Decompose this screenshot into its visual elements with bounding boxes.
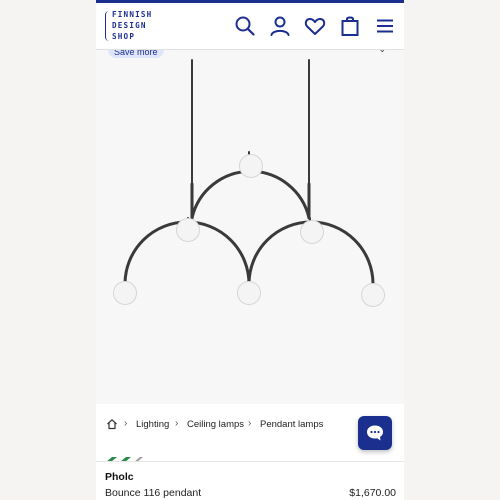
section-divider [96, 461, 404, 462]
product-brand[interactable]: Pholc [105, 471, 134, 483]
home-icon[interactable] [106, 418, 118, 430]
wishlist-heart-icon[interactable] [303, 14, 327, 38]
chat-button[interactable] [358, 416, 392, 450]
chat-bubble-icon [367, 425, 383, 441]
logo-bracket [105, 11, 110, 41]
product-image-gallery[interactable]: Save more ⌄ [96, 42, 404, 404]
product-name: Bounce 116 pendant [105, 487, 202, 499]
account-icon[interactable] [268, 14, 292, 38]
logo-line-1: FINNISH [112, 10, 153, 19]
breadcrumb-separator: › [248, 418, 252, 429]
logo-line-3: SHOP [112, 32, 136, 41]
pendant-lamp-image [113, 59, 385, 307]
app-screen: FINNISH DESIGN SHOP Save more ⌄ [96, 0, 404, 500]
breadcrumb-separator: › [124, 418, 128, 429]
site-header: FINNISH DESIGN SHOP [96, 3, 404, 50]
finnish-design-shop-logo[interactable]: FINNISH DESIGN SHOP [105, 10, 165, 46]
breadcrumb-ceiling-lamps[interactable]: Ceiling lamps [187, 419, 244, 430]
search-icon[interactable] [233, 14, 257, 38]
breadcrumb-lighting[interactable]: Lighting [136, 419, 169, 430]
menu-icon[interactable] [373, 14, 397, 38]
shopping-bag-icon[interactable] [338, 14, 362, 38]
logo-line-2: DESIGN [112, 21, 147, 30]
breadcrumb-pendant-lamps[interactable]: Pendant lamps [260, 419, 323, 430]
breadcrumb-separator: › [175, 418, 179, 429]
product-price: $1,670.00 [349, 487, 396, 499]
